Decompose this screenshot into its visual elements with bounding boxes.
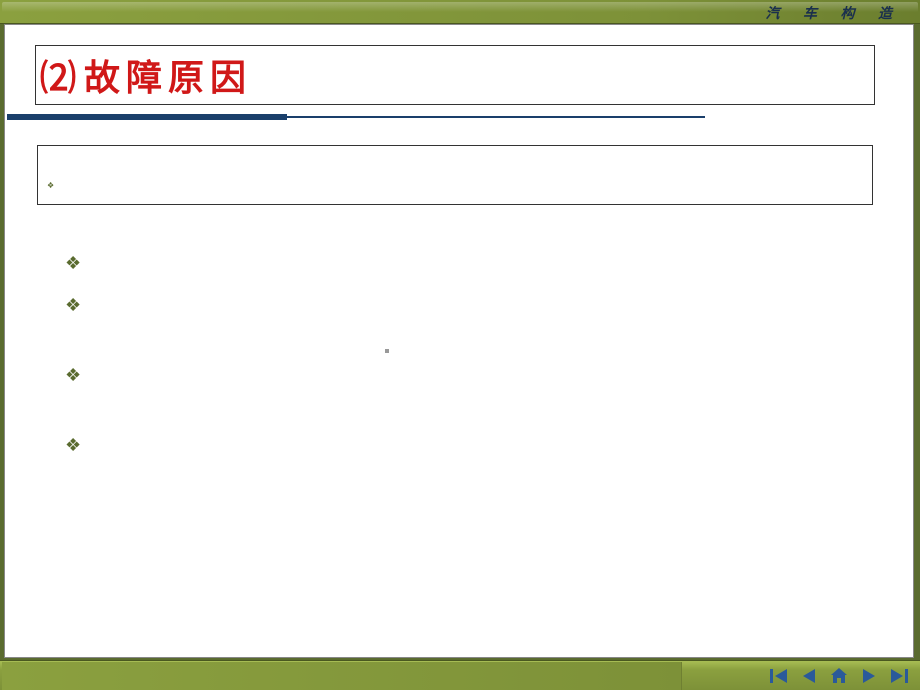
slide-container: 汽 车 构 造 ⑵ 故障原因 ❖ ❖ ❖ ❖ ❖ [0,0,920,690]
center-marker [385,349,389,353]
title-number: ⑵ [40,49,76,101]
nav-buttons [768,666,910,686]
prev-icon [799,667,819,685]
header-brand: 汽 车 构 造 [766,3,903,23]
next-icon [859,667,879,685]
nav-prev-button[interactable] [798,666,820,686]
sub-bullet-marker: ❖ [47,181,54,190]
home-icon [829,667,849,685]
skip-last-icon [889,667,909,685]
bullet-marker-2: ❖ [65,295,81,316]
title-underline-thick [7,114,287,120]
right-edge [916,24,920,658]
bullet-marker-4: ❖ [65,435,81,456]
title-underline-thin [285,116,705,118]
top-bar: 汽 车 构 造 [0,0,920,24]
sub-box [37,145,873,205]
bullet-marker-1: ❖ [65,253,81,274]
nav-home-button[interactable] [828,666,850,686]
nav-last-button[interactable] [888,666,910,686]
title-box: ⑵ 故障原因 [35,45,875,105]
title-text: 故障原因 [84,49,252,101]
nav-first-button[interactable] [768,666,790,686]
bottom-bar-overlay [2,662,682,690]
bullet-marker-3: ❖ [65,365,81,386]
skip-first-icon [769,667,789,685]
nav-next-button[interactable] [858,666,880,686]
content-area: ⑵ 故障原因 ❖ ❖ ❖ ❖ ❖ [4,24,914,658]
bottom-bar [0,660,920,690]
